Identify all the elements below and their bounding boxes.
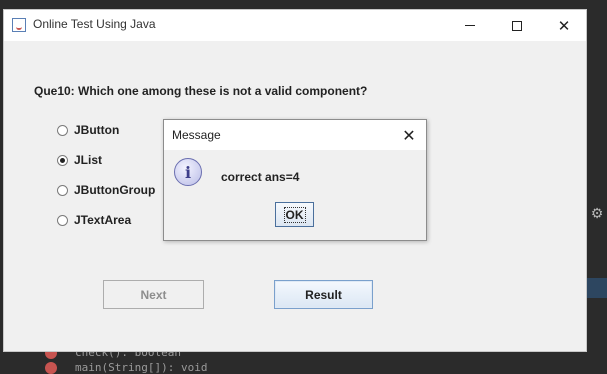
gear-icon[interactable]: ⚙ (589, 206, 605, 222)
window-title: Online Test Using Java (33, 17, 156, 31)
option-radio-1[interactable]: JButton (57, 122, 119, 138)
radio-icon[interactable] (57, 214, 68, 226)
title-bar: Online Test Using Java ✕ (4, 10, 586, 41)
ok-label: OK (283, 206, 306, 223)
method-icon (45, 362, 57, 374)
option-label: JTextArea (74, 213, 132, 227)
ide-selection-strip (587, 278, 607, 298)
question-text: Que10: Which one among these is not a va… (34, 84, 368, 98)
option-radio-3[interactable]: JButtonGroup (57, 182, 155, 198)
maximize-button[interactable] (494, 10, 540, 41)
option-radio-2[interactable]: JList (57, 152, 102, 168)
dialog-close-button[interactable]: ✕ (392, 120, 426, 150)
radio-icon[interactable] (57, 184, 68, 196)
next-button[interactable]: Next (103, 280, 204, 309)
ok-button[interactable]: OK (275, 202, 314, 227)
result-button[interactable]: Result (274, 280, 373, 309)
dialog-title-bar: Message ✕ (164, 120, 426, 150)
minimize-icon (465, 25, 475, 26)
close-button[interactable]: ✕ (541, 10, 587, 41)
radio-icon[interactable] (57, 124, 68, 136)
information-icon: i (174, 158, 202, 186)
message-dialog: Message ✕ i correct ans=4 OK (163, 119, 427, 241)
radio-checked-icon[interactable] (57, 154, 68, 166)
option-label: JButton (74, 123, 120, 137)
dialog-title: Message (172, 128, 221, 142)
ide-structure-item: main(String[]): void (45, 361, 207, 374)
dialog-message: correct ans=4 (221, 170, 300, 184)
java-app-icon (12, 18, 26, 32)
option-label: JList (74, 153, 103, 167)
ide-structure-label: main(String[]): void (75, 361, 208, 374)
close-icon: ✕ (402, 125, 416, 145)
close-icon: ✕ (557, 16, 571, 35)
minimize-button[interactable] (447, 10, 493, 41)
option-radio-4[interactable]: JTextArea (57, 212, 131, 228)
maximize-icon (512, 20, 522, 31)
option-label: JButtonGroup (74, 183, 156, 197)
